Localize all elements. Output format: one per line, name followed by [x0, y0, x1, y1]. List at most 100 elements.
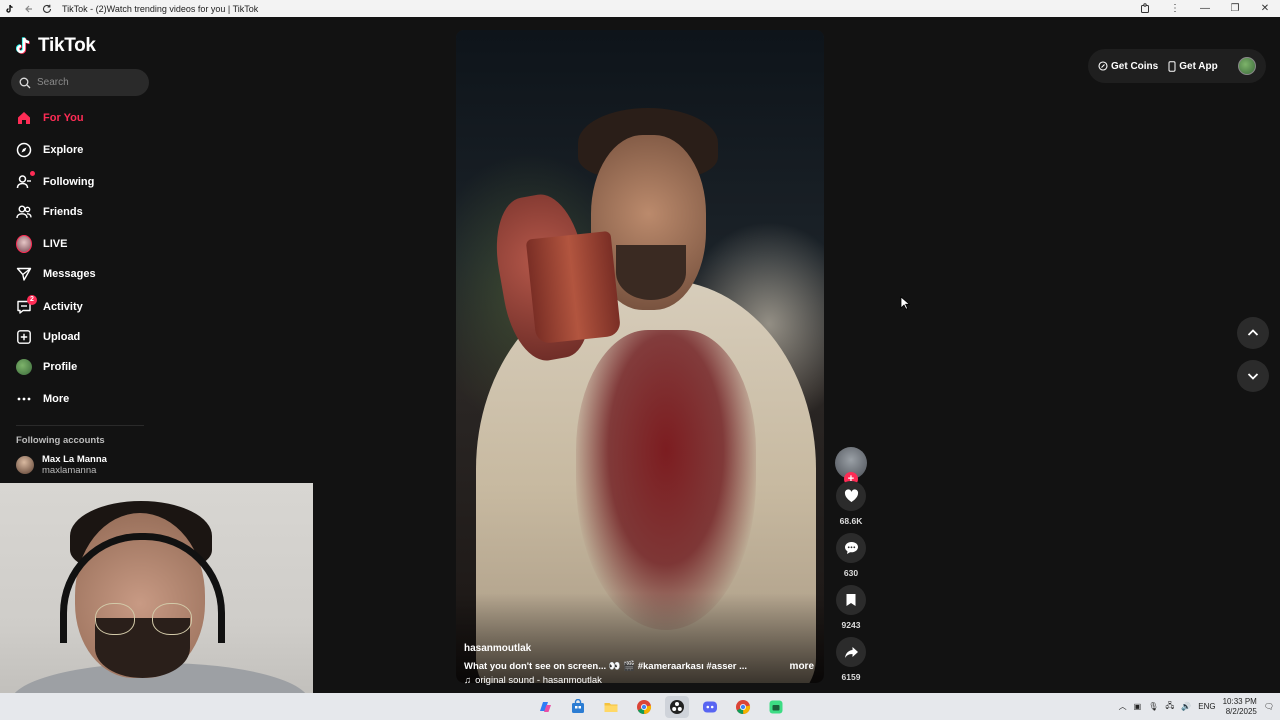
get-coins-label: Get Coins — [1111, 60, 1159, 72]
messages-icon — [16, 266, 32, 282]
previous-video-button[interactable] — [1237, 317, 1269, 349]
copilot-icon[interactable] — [533, 696, 557, 718]
volume-icon[interactable]: 🔊 — [1181, 702, 1191, 711]
like-count: 68.6K — [839, 516, 863, 526]
back-arrow-icon[interactable] — [22, 2, 36, 16]
tiktok-wordmark: TikTok — [38, 35, 96, 56]
sidebar-item-friends[interactable]: Friends — [16, 200, 83, 224]
language-indicator[interactable]: ENG — [1198, 702, 1215, 711]
save-button[interactable] — [836, 585, 866, 615]
mouse-cursor-icon — [900, 296, 910, 310]
store-icon[interactable] — [566, 696, 590, 718]
user-avatar[interactable] — [1238, 57, 1256, 75]
compass-icon — [16, 142, 32, 158]
sound-label: original sound - hasanmoutlak — [475, 675, 602, 686]
sidebar-item-more[interactable]: More — [16, 387, 69, 411]
following-icon — [16, 171, 35, 190]
next-video-button[interactable] — [1237, 360, 1269, 392]
following-account-item[interactable]: Max La Manna maxlamanna — [16, 454, 107, 476]
search-input[interactable] — [37, 77, 137, 88]
sidebar-item-label: Profile — [43, 361, 78, 373]
share-count: 6159 — [841, 672, 861, 682]
account-name: Max La Manna — [42, 454, 107, 465]
save-count: 9243 — [841, 620, 861, 630]
phone-icon — [1168, 60, 1176, 72]
tray-chevron-up-icon[interactable]: ︿ — [1119, 701, 1127, 712]
sidebar-item-upload[interactable]: Upload — [16, 325, 80, 349]
reload-icon[interactable] — [40, 2, 54, 16]
windows-taskbar: ︿ ▣ 🎙 🖧 🔊 ENG 10:33 PM 8/2/2025 🗨 — [0, 693, 1280, 720]
extensions-icon[interactable] — [1130, 0, 1160, 17]
sidebar-item-label: For You — [43, 112, 84, 124]
tiktok-logo[interactable]: TikTok — [16, 35, 96, 57]
search-icon — [19, 77, 31, 88]
share-button[interactable] — [836, 637, 866, 667]
tray-app-icon[interactable]: ▣ — [1134, 702, 1142, 711]
sidebar-item-profile[interactable]: Profile — [16, 355, 77, 379]
account-avatar — [16, 456, 34, 474]
sidebar-divider — [16, 425, 144, 426]
sidebar-item-label: LIVE — [43, 238, 68, 250]
microphone-icon[interactable]: 🎙 — [1148, 702, 1158, 711]
activity-badge: 2 — [27, 295, 37, 305]
profile-avatar — [16, 359, 32, 375]
browser-tab-title: TikTok - (2)Watch trending videos for yo… — [62, 3, 259, 14]
sidebar-item-following[interactable]: Following — [16, 170, 94, 194]
sidebar-item-label: More — [43, 393, 70, 405]
coin-icon — [1098, 61, 1108, 71]
clock-date: 8/2/2025 — [1225, 706, 1257, 716]
obs-icon[interactable] — [665, 696, 689, 718]
sidebar-item-label: Friends — [43, 206, 83, 218]
clock[interactable]: 10:33 PM 8/2/2025 — [1223, 697, 1257, 717]
comment-button[interactable] — [836, 533, 866, 563]
notification-dot — [30, 171, 35, 176]
sidebar-item-explore[interactable]: Explore — [16, 138, 83, 162]
video-author[interactable]: hasanmoutlak — [464, 643, 814, 654]
browser-menu-icon[interactable]: ⋮ — [1160, 0, 1190, 17]
more-icon — [16, 391, 32, 407]
discord-icon[interactable] — [698, 696, 722, 718]
more-button[interactable]: more — [790, 661, 814, 672]
chevron-up-icon — [1247, 329, 1259, 336]
system-tray: ︿ ▣ 🎙 🖧 🔊 ENG 10:33 PM 8/2/2025 🗨 — [1119, 693, 1274, 720]
clock-time: 10:33 PM — [1222, 696, 1257, 706]
upload-icon — [16, 329, 32, 345]
minimize-icon[interactable]: — — [1190, 0, 1220, 17]
sidebar-item-live[interactable]: LIVE — [16, 232, 67, 256]
sidebar-item-label: Following — [43, 176, 95, 188]
video-player[interactable] — [456, 30, 824, 683]
taskbar-apps — [533, 696, 788, 718]
friends-icon — [16, 204, 32, 220]
restore-icon[interactable]: ❐ — [1220, 0, 1250, 17]
get-app-label: Get App — [1179, 60, 1218, 72]
sidebar-item-messages[interactable]: Messages — [16, 262, 96, 286]
file-explorer-icon[interactable] — [599, 696, 623, 718]
activity-icon: 2 — [16, 295, 37, 315]
video-description: What you don't see on screen... 👀 🎬 #kam… — [464, 661, 748, 672]
like-button[interactable] — [836, 481, 866, 511]
chevron-down-icon — [1247, 373, 1259, 380]
chrome-profile-icon[interactable] — [731, 696, 755, 718]
heart-icon — [844, 489, 858, 502]
sidebar-item-label: Upload — [43, 331, 81, 343]
get-app-button[interactable]: Get App — [1168, 61, 1218, 72]
network-icon[interactable]: 🖧 — [1165, 700, 1174, 714]
comment-count: 630 — [843, 568, 859, 578]
video-sound[interactable]: ♫ original sound - hasanmoutlak — [464, 675, 602, 686]
sidebar-item-for-you[interactable]: For You — [16, 106, 84, 130]
close-icon[interactable]: ✕ — [1250, 0, 1280, 17]
tiktok-logo-icon — [16, 37, 30, 54]
notifications-icon[interactable]: 🗨 — [1264, 702, 1274, 711]
get-coins-button[interactable]: Get Coins — [1098, 61, 1158, 72]
following-accounts-title: Following accounts — [16, 435, 105, 446]
search-box[interactable] — [11, 69, 149, 96]
sidebar-item-activity[interactable]: 2 Activity — [16, 295, 83, 319]
sidebar-item-label: Explore — [43, 144, 84, 156]
share-icon — [844, 646, 858, 658]
chrome-icon[interactable] — [632, 696, 656, 718]
tiktok-favicon-icon — [4, 2, 18, 16]
home-icon — [16, 110, 32, 126]
android-app-icon[interactable] — [764, 696, 788, 718]
webcam-overlay — [0, 483, 313, 720]
bookmark-icon — [846, 594, 856, 606]
